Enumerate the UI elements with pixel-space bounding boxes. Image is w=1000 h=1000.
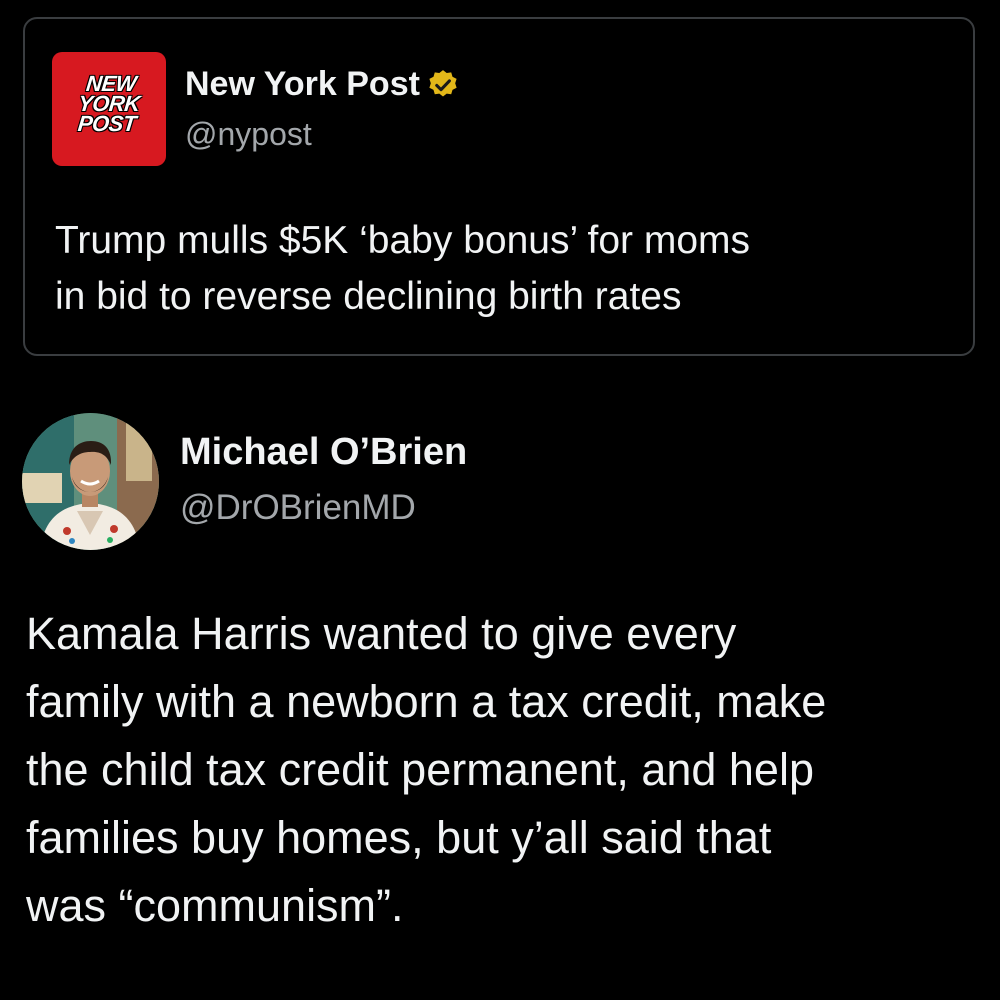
- nypost-logo-text: NEW YORK POST: [52, 71, 166, 136]
- quoted-handle[interactable]: @nypost: [185, 116, 312, 153]
- avatar-photo: [22, 413, 159, 550]
- quoted-tweet-card[interactable]: NEW YORK POST New York Post @nypost Trum…: [23, 17, 975, 356]
- nypost-logo[interactable]: NEW YORK POST: [52, 52, 166, 166]
- quoted-display-name-text: New York Post: [185, 65, 420, 103]
- quoted-display-name[interactable]: New York Post: [185, 65, 460, 104]
- quoted-text-line: Trump mulls $5K ‘baby bonus’ for moms: [55, 219, 751, 262]
- tweet-text-line: the child tax credit permanent, and help: [26, 744, 814, 795]
- author-handle[interactable]: @DrOBrienMD: [180, 488, 416, 528]
- author-avatar[interactable]: [22, 413, 159, 550]
- verified-badge-icon: [429, 69, 457, 96]
- logo-line: POST: [76, 111, 138, 136]
- quoted-text-line: in bid to reverse declining birth rates: [55, 275, 682, 318]
- quoted-tweet-text: Trump mulls $5K ‘baby bonus’ for moms in…: [55, 213, 955, 325]
- tweet-text-line: Kamala Harris wanted to give every: [26, 608, 737, 659]
- author-display-name[interactable]: Michael O’Brien: [180, 431, 467, 474]
- tweet-text: Kamala Harris wanted to give every famil…: [26, 600, 981, 940]
- tweet-text-line: was “communism”.: [26, 880, 404, 931]
- tweet-text-line: family with a newborn a tax credit, make: [26, 676, 827, 727]
- tweet-text-line: families buy homes, but y’all said that: [26, 812, 772, 863]
